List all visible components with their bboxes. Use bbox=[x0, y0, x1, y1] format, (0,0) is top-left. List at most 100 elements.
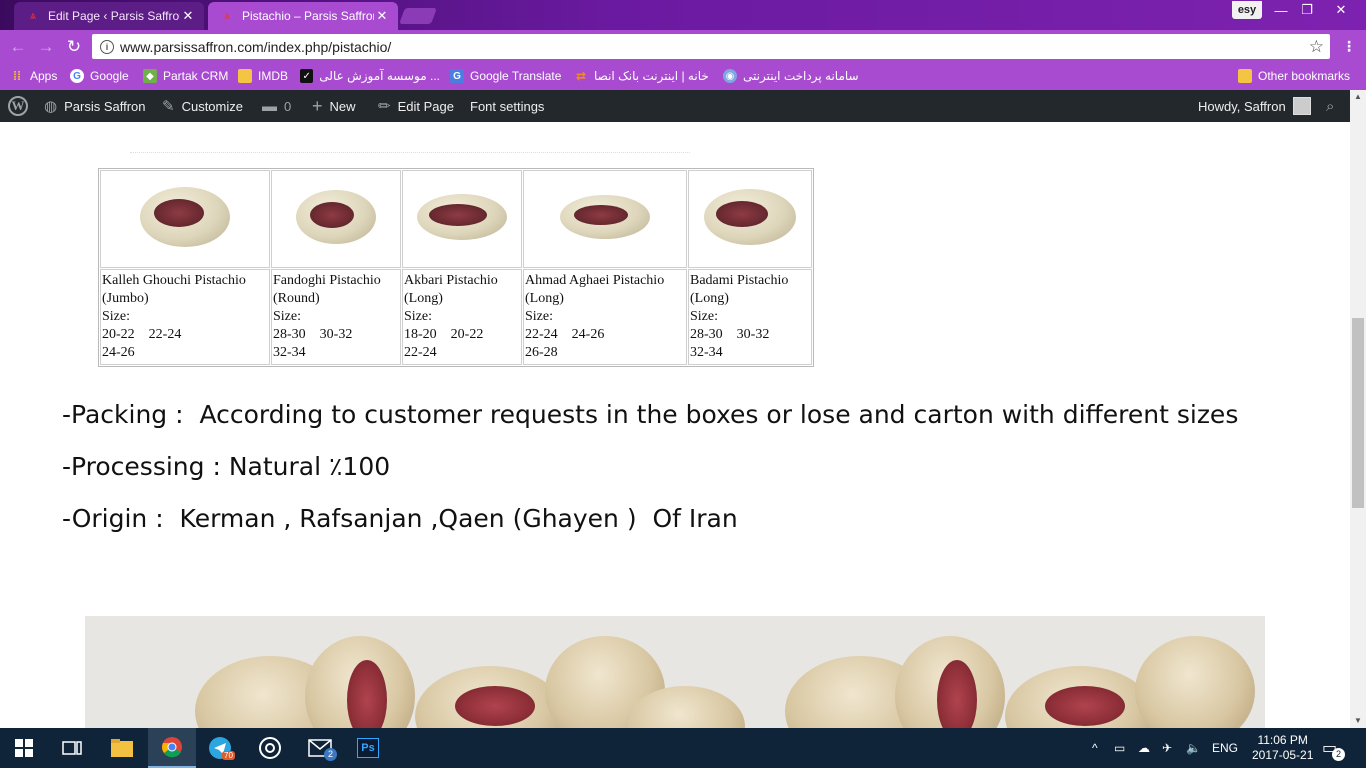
bookmark-label: موسسه آموزش عالی ... bbox=[319, 69, 440, 83]
edit-page-label: Edit Page bbox=[397, 98, 454, 114]
page-content: Kalleh Ghouchi Pistachio (Jumbo) Size: 2… bbox=[0, 122, 1350, 728]
admin-search-icon[interactable]: ⌕ bbox=[1326, 90, 1334, 122]
show-hidden-icons[interactable]: ^ bbox=[1092, 728, 1098, 768]
site-favicon-icon: ⩓ bbox=[223, 9, 231, 22]
notification-badge: 2 bbox=[1332, 748, 1345, 761]
bookmark-label: خانه | اینترنت بانک انصا bbox=[594, 69, 709, 83]
chrome-icon[interactable] bbox=[148, 728, 196, 768]
telegram-badge: 70 bbox=[222, 751, 235, 760]
origin-text: -Origin : Kerman , Rafsanjan ,Qaen (Ghay… bbox=[62, 504, 738, 533]
volume-icon[interactable]: 🔈 bbox=[1186, 728, 1201, 768]
plus-icon: + bbox=[312, 95, 323, 116]
scrollbar-thumb[interactable] bbox=[1352, 318, 1364, 508]
photoshop-icon[interactable]: Ps bbox=[344, 728, 392, 768]
product-type: (Round) bbox=[273, 291, 320, 306]
scroll-up-icon[interactable]: ▲ bbox=[1350, 90, 1366, 104]
bookmark-imdb[interactable]: IMDB bbox=[238, 68, 288, 84]
admin-font-settings[interactable]: Font settings bbox=[470, 90, 544, 122]
mail-badge: 2 bbox=[324, 748, 337, 761]
mail-icon[interactable]: 2 bbox=[296, 728, 344, 768]
admin-account[interactable]: Howdy, Saffron bbox=[1198, 90, 1311, 122]
notification-center-icon[interactable]: ▭ 2 bbox=[1322, 728, 1345, 768]
address-bar[interactable]: i www.parsissaffron.com/index.php/pistac… bbox=[92, 34, 1330, 59]
sizes-line: 22-24 24-26 bbox=[525, 327, 605, 342]
bookmark-star-icon[interactable]: ☆ bbox=[1309, 37, 1324, 57]
airplane-icon[interactable]: ✈ bbox=[1162, 728, 1172, 768]
task-view-icon[interactable] bbox=[48, 728, 96, 768]
product-cell: Badami Pistachio (Long) Size: 28-30 30-3… bbox=[688, 269, 812, 365]
pistachio-image bbox=[296, 188, 376, 246]
new-tab-button[interactable] bbox=[399, 8, 437, 24]
close-window-icon[interactable]: ✕ bbox=[1326, 0, 1356, 20]
bookmark-google[interactable]: G Google bbox=[70, 68, 129, 84]
bookmark-label: Other bookmarks bbox=[1258, 69, 1351, 83]
clock-date: 2017-05-21 bbox=[1252, 748, 1314, 762]
comment-icon: ▬ bbox=[262, 97, 277, 115]
product-cell: Kalleh Ghouchi Pistachio (Jumbo) Size: 2… bbox=[100, 269, 270, 365]
dashboard-icon: ◍ bbox=[44, 98, 58, 115]
admin-new[interactable]: + New bbox=[312, 90, 356, 122]
product-name: Kalleh Ghouchi Pistachio bbox=[102, 273, 246, 288]
browser-menu-icon[interactable]: ⋮ bbox=[1342, 36, 1356, 56]
admin-site-name[interactable]: ◍ Parsis Saffron bbox=[44, 90, 146, 122]
sizes-line: 20-22 22-24 bbox=[102, 327, 182, 342]
sizes-line: 18-20 20-22 bbox=[404, 327, 484, 342]
back-icon[interactable]: ← bbox=[7, 36, 29, 58]
product-cell: Fandoghi Pistachio (Round) Size: 28-30 3… bbox=[271, 269, 401, 365]
browser-toolbar: ← → ↻ i www.parsissaffron.com/index.php/… bbox=[0, 30, 1366, 62]
tab-close-icon[interactable]: ✕ bbox=[374, 8, 390, 24]
bookmark-translate[interactable]: G Google Translate bbox=[450, 68, 561, 84]
tab-title: Pistachio – Parsis Saffron bbox=[242, 9, 374, 23]
profile-button[interactable]: esy bbox=[1232, 1, 1262, 19]
admin-customize[interactable]: ✎ Customize bbox=[162, 90, 243, 122]
product-type: (Long) bbox=[690, 291, 729, 306]
bookmark-partak[interactable]: ◆ Partak CRM bbox=[143, 68, 228, 84]
site-info-icon[interactable]: i bbox=[100, 39, 114, 54]
product-name: Fandoghi Pistachio bbox=[273, 273, 381, 288]
bookmark-school[interactable]: ✓ موسسه آموزش عالی ... bbox=[300, 68, 440, 84]
network-device-icon[interactable]: ▭ bbox=[1114, 728, 1125, 768]
onedrive-icon[interactable]: ☁ bbox=[1138, 728, 1150, 768]
minimize-icon[interactable]: — bbox=[1268, 0, 1294, 20]
admin-edit-page[interactable]: ✏ Edit Page bbox=[378, 90, 454, 122]
telegram-icon[interactable]: 70 bbox=[196, 728, 244, 768]
size-label: Size: bbox=[525, 309, 553, 324]
translate-icon: G bbox=[450, 69, 464, 83]
restore-icon[interactable]: ❐ bbox=[1294, 0, 1320, 20]
scroll-down-icon[interactable]: ▼ bbox=[1350, 714, 1366, 728]
sizes-line: 28-30 30-32 bbox=[690, 327, 770, 342]
bookmark-label: Google bbox=[90, 69, 129, 83]
page-scrollbar[interactable]: ▲ ▼ bbox=[1350, 90, 1366, 728]
wordpress-logo-icon[interactable]: W bbox=[8, 90, 28, 122]
bookmark-bank[interactable]: ⇄ خانه | اینترنت بانک انصا bbox=[574, 68, 709, 84]
clock[interactable]: 11:06 PM 2017-05-21 bbox=[1252, 728, 1313, 768]
url-text[interactable]: www.parsissaffron.com/index.php/pistachi… bbox=[120, 39, 1309, 55]
admin-comments[interactable]: ▬ 0 bbox=[262, 90, 291, 122]
pencil-icon: ✏ bbox=[378, 98, 391, 115]
product-name: Ahmad Aghaei Pistachio bbox=[525, 273, 665, 288]
tab-edit-page[interactable]: ⩓ Edit Page ‹ Parsis Saffron ✕ bbox=[14, 2, 204, 30]
reload-icon[interactable]: ↻ bbox=[63, 36, 85, 58]
pistachio-image bbox=[704, 187, 796, 247]
size-label: Size: bbox=[273, 309, 301, 324]
new-label: New bbox=[329, 98, 356, 114]
brush-icon: ✎ bbox=[162, 98, 175, 115]
bookmark-apps[interactable]: ⁞⁞ Apps bbox=[10, 68, 57, 84]
tab-pistachio[interactable]: ⩓ Pistachio – Parsis Saffron ✕ bbox=[208, 2, 398, 30]
tab-close-icon[interactable]: ✕ bbox=[180, 8, 196, 24]
language-indicator[interactable]: ENG bbox=[1212, 728, 1238, 768]
bookmark-label: IMDB bbox=[258, 69, 288, 83]
forward-icon[interactable]: → bbox=[35, 36, 57, 58]
groove-icon[interactable] bbox=[246, 728, 294, 768]
bookmark-payment[interactable]: ◉ سامانه پرداخت اینترنتی bbox=[723, 68, 859, 84]
tab-title: Edit Page ‹ Parsis Saffron bbox=[48, 9, 180, 23]
browser-title-bar: ⩓ Edit Page ‹ Parsis Saffron ✕ ⩓ Pistach… bbox=[0, 0, 1366, 30]
file-explorer-icon[interactable] bbox=[98, 728, 146, 768]
customize-label: Customize bbox=[181, 98, 243, 114]
product-cell: Akbari Pistachio (Long) Size: 18-20 20-2… bbox=[402, 269, 522, 365]
other-bookmarks[interactable]: Other bookmarks bbox=[1238, 68, 1350, 84]
table-row bbox=[100, 170, 812, 268]
product-cell: Ahmad Aghaei Pistachio (Long) Size: 22-2… bbox=[523, 269, 687, 365]
windows-start-icon[interactable] bbox=[0, 728, 48, 768]
sizes-line: 32-34 bbox=[273, 345, 306, 360]
